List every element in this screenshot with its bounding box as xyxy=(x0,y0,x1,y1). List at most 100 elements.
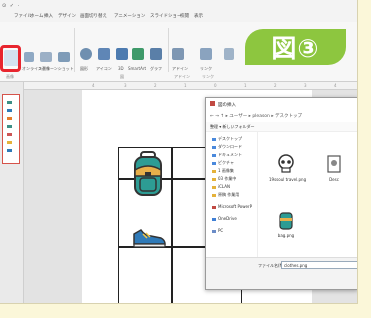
quick-access-toolbar[interactable]: ⊙ ✓ · xyxy=(2,3,20,9)
backpack-icon xyxy=(277,210,295,230)
folder-icon xyxy=(212,137,216,141)
file-item[interactable]: Desc xyxy=(317,154,351,182)
nav-item[interactable]: Microsoft PowerP xyxy=(212,204,252,209)
tab-design[interactable]: デザイン xyxy=(58,13,76,19)
ruler-mark: 0 xyxy=(214,83,217,88)
thumb-mark xyxy=(7,125,12,128)
ruler-mark: 2 xyxy=(274,83,277,88)
slide-thumbnail[interactable] xyxy=(2,94,20,164)
tab-slideshow[interactable]: スライドショー xyxy=(150,13,182,19)
thumb-mark xyxy=(7,109,12,112)
nav-item-label: PC xyxy=(218,228,224,233)
chart-label: グラフ xyxy=(150,66,162,71)
nav-item-label: OneDrive xyxy=(218,216,237,221)
file-name: bag.png xyxy=(277,233,295,238)
highlight-pictures-button xyxy=(0,45,21,72)
slide-thumbnail-pane[interactable] xyxy=(0,82,24,303)
file-item[interactable]: 19ssoul travel.png xyxy=(269,154,306,182)
nav-item[interactable]: ピクチャ xyxy=(212,160,234,166)
nav-item[interactable]: ドキュメント xyxy=(212,152,242,158)
address-bar[interactable]: ← → ↑ ▸ ユーザー ▸ pleason ▸ デスクトップ xyxy=(206,110,357,122)
dialog-title-bar: 図の挿入 xyxy=(206,98,357,110)
online-pictures-icon[interactable] xyxy=(24,52,34,62)
filename-input[interactable]: clothes.png xyxy=(281,261,357,269)
smartart-icon[interactable] xyxy=(132,48,144,60)
thumb-mark xyxy=(7,133,12,136)
backpack-icon xyxy=(134,151,162,196)
tab-transitions[interactable]: 画面切り替え xyxy=(80,13,107,19)
navigation-pane[interactable]: デスクトップ ダウンロード ドキュメント ピクチャ 1 画像集 03 作業中 i… xyxy=(206,132,258,257)
folder-icon xyxy=(212,153,216,157)
tab-animations[interactable]: アニメーション xyxy=(114,13,145,19)
page-frame: ⊙ ✓ · ファイル ホーム 挿入 デザイン 画面切り替え アニメーション スラ… xyxy=(0,0,371,318)
photo-album-icon[interactable] xyxy=(58,52,70,62)
nav-item-label: デスクトップ xyxy=(218,136,242,141)
chart-icon[interactable] xyxy=(150,48,162,60)
group-label-links: リンク xyxy=(202,74,214,79)
ruler-mark: 4 xyxy=(334,83,337,88)
nav-item[interactable]: 原稿 作業用 xyxy=(212,192,239,198)
nav-item[interactable]: デスクトップ xyxy=(212,136,242,142)
nav-item-label: ダウンロード xyxy=(218,144,242,149)
nav-item-label: iCLAN xyxy=(218,184,230,189)
nav-item-label: 1 画像集 xyxy=(218,168,234,173)
tab-home[interactable]: ホーム xyxy=(30,13,43,19)
folder-icon xyxy=(212,193,216,197)
horizontal-ruler: 4 3 2 1 0 1 2 3 4 xyxy=(24,82,357,90)
ruler-mark: 1 xyxy=(244,83,247,88)
thumb-mark xyxy=(7,149,12,152)
addins-label: アドイン xyxy=(172,66,188,71)
screenshot-icon[interactable] xyxy=(40,52,52,62)
skull-icon xyxy=(277,154,295,174)
group-label-illustrations: 図 xyxy=(120,74,124,79)
addins-icon[interactable] xyxy=(172,48,184,60)
link-icon[interactable] xyxy=(200,48,212,60)
dialog-title: 図の挿入 xyxy=(218,103,236,108)
insert-picture-dialog[interactable]: 図の挿入 ← → ↑ ▸ ユーザー ▸ pleason ▸ デスクトップ 整理 … xyxy=(205,97,357,290)
ruler-mark: 3 xyxy=(304,83,307,88)
thumb-mark xyxy=(7,101,12,104)
nav-item[interactable]: 1 画像集 xyxy=(212,168,234,174)
nav-item[interactable]: PC xyxy=(212,228,223,233)
powerpoint-icon xyxy=(212,205,216,209)
nav-item-label: ピクチャ xyxy=(218,160,234,165)
group-label-images: 画像 xyxy=(6,74,14,79)
tab-review[interactable]: 校閲 xyxy=(180,13,189,19)
ribbon-separator xyxy=(168,28,169,72)
nav-item[interactable]: iCLAN xyxy=(212,184,230,189)
group-label-addins: アドイン xyxy=(174,74,190,79)
nav-item-label: ドキュメント xyxy=(218,152,242,157)
onedrive-icon xyxy=(212,217,216,221)
nav-item[interactable]: 03 作業中 xyxy=(212,176,236,182)
table-column-divider xyxy=(171,148,173,303)
nav-item[interactable]: ダウンロード xyxy=(212,144,242,150)
thumb-mark xyxy=(7,117,12,120)
thumb-mark xyxy=(7,141,12,144)
tab-view[interactable]: 表示 xyxy=(194,13,203,19)
file-list[interactable]: 19ssoul travel.png Desc bag.png xyxy=(259,132,357,257)
folder-icon xyxy=(212,177,216,181)
smartart-label: SmartArt xyxy=(128,66,147,71)
folder-icon xyxy=(212,185,216,189)
dialog-toolbar[interactable]: 整理 ▾ 新しいフォルダー xyxy=(206,122,357,132)
powerpoint-app-icon xyxy=(210,101,215,106)
ruler-mark: 2 xyxy=(154,83,157,88)
folder-icon xyxy=(212,161,216,165)
screenshot-label: スクリーンショット xyxy=(38,66,74,71)
icons-label: アイコン xyxy=(96,66,112,71)
ribbon-separator xyxy=(74,28,75,72)
nav-item-label: 原稿 作業用 xyxy=(218,192,240,197)
file-item[interactable]: bag.png xyxy=(269,210,303,238)
shapes-label: 図形 xyxy=(80,66,88,71)
doc-icon xyxy=(325,154,343,174)
icons-icon[interactable] xyxy=(98,48,110,60)
nav-item[interactable]: OneDrive xyxy=(212,216,237,221)
ruler-mark: 4 xyxy=(92,83,95,88)
filename-bar: ファイル名(N): clothes.png xyxy=(206,257,357,289)
3d-models-icon[interactable] xyxy=(116,48,128,60)
tab-insert[interactable]: 挿入 xyxy=(44,13,53,19)
shapes-icon[interactable] xyxy=(80,48,92,60)
ribbon-tabs: ファイル ホーム 挿入 デザイン 画面切り替え アニメーション スライドショー … xyxy=(0,10,357,22)
3d-label: 3D xyxy=(118,66,124,71)
comment-icon[interactable] xyxy=(224,48,234,60)
